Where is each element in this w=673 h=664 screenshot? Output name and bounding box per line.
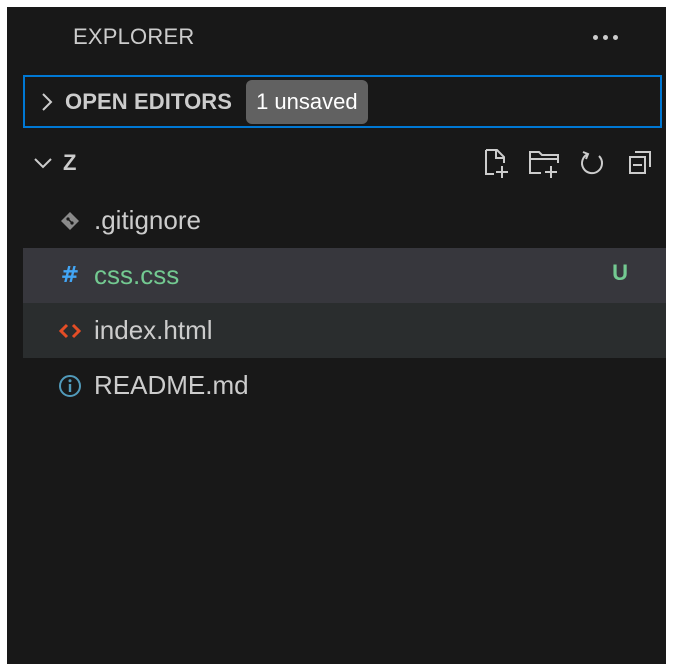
- workspace-folder-header[interactable]: Z: [23, 137, 666, 189]
- file-item-css[interactable]: # css.css U: [23, 248, 666, 303]
- explorer-title: EXPLORER: [73, 24, 195, 49]
- open-editors-label: OPEN EDITORS: [65, 88, 233, 114]
- open-editors-section-header[interactable]: OPEN EDITORS 1 unsaved: [23, 75, 662, 128]
- html-brackets-icon: [57, 318, 83, 344]
- file-name: .gitignore: [94, 205, 201, 235]
- file-name: README.md: [94, 370, 249, 400]
- refresh-icon: [581, 151, 604, 175]
- collapse-all-button[interactable]: [618, 145, 662, 181]
- file-tree: .gitignore # css.css U index.html README…: [23, 193, 666, 413]
- folder-toolbar: [470, 145, 662, 181]
- file-name: index.html: [94, 315, 213, 345]
- new-file-button[interactable]: [474, 145, 518, 181]
- refresh-button[interactable]: [570, 145, 614, 181]
- file-item-readme[interactable]: README.md: [23, 358, 666, 413]
- file-item-index-html[interactable]: index.html: [23, 303, 666, 358]
- explorer-header: EXPLORER: [7, 7, 666, 69]
- new-file-icon: [485, 149, 508, 178]
- new-folder-icon: [529, 151, 559, 178]
- folder-name: Z: [63, 150, 77, 175]
- file-item-gitignore[interactable]: .gitignore: [23, 193, 666, 248]
- git-diamond-icon: [57, 208, 83, 234]
- hash-icon: #: [60, 262, 80, 288]
- info-icon: [57, 373, 83, 399]
- collapse-all-icon: [629, 151, 651, 174]
- ellipsis-icon: [592, 34, 598, 40]
- explorer-panel: EXPLORER OPEN EDITORS 1 unsaved Z .gitig…: [7, 7, 666, 664]
- more-actions-button[interactable]: [583, 19, 627, 55]
- unsaved-count-badge: 1 unsaved: [246, 79, 368, 124]
- chevron-down-icon: [31, 151, 55, 175]
- file-name: css.css: [94, 260, 180, 290]
- new-folder-button[interactable]: [522, 145, 566, 181]
- chevron-right-icon: [35, 90, 59, 114]
- git-status-badge: U: [612, 260, 628, 285]
